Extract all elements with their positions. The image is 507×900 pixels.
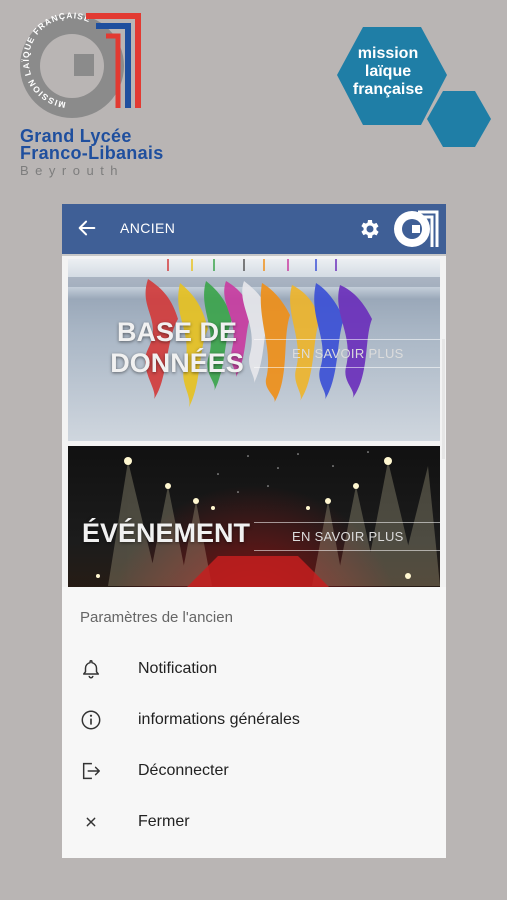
gear-icon[interactable]	[358, 217, 382, 241]
database-title-line2: DONNÉES	[110, 348, 244, 378]
event-more-link[interactable]: EN SAVOIR PLUS	[254, 522, 440, 551]
database-more-link[interactable]: EN SAVOIR PLUS	[254, 339, 440, 368]
event-card[interactable]: ÉVÉNEMENT EN SAVOIR PLUS	[68, 446, 440, 606]
app-header: ANCIEN	[62, 204, 446, 256]
glfl-logo: MISSION LAÏQUE FRANÇAISE Grand Lycée Fra…	[14, 6, 164, 178]
mlf-line1: mission	[357, 45, 419, 62]
menu-item-label: Déconnecter	[138, 762, 229, 779]
scrollbar[interactable]	[442, 339, 445, 459]
glfl-city: Beyrouth	[20, 163, 125, 178]
menu-item-close[interactable]: Fermer	[62, 798, 446, 848]
settings-sheet: Paramètres de l'ancien Notification info…	[62, 587, 446, 858]
menu-item-label: Fermer	[138, 813, 190, 830]
mlf-line3: française	[352, 81, 424, 98]
sheet-title: Paramètres de l'ancien	[80, 609, 233, 626]
bell-icon	[82, 660, 100, 679]
close-icon	[86, 817, 96, 827]
app-screen: ANCIEN BASE DE DONNÉES EN SAVOIR PLUS ÉV…	[62, 204, 446, 858]
menu-item-label: Notification	[138, 660, 218, 677]
event-card-title: ÉVÉNEMENT	[82, 518, 251, 548]
info-icon	[81, 710, 101, 730]
menu-item-general-info[interactable]: informations générales	[62, 696, 446, 746]
logout-icon	[82, 762, 100, 780]
database-title-line1: BASE DE	[116, 317, 238, 347]
menu-item-notification[interactable]: Notification	[62, 645, 446, 695]
glfl-name-line2: Franco-Libanais	[20, 143, 164, 163]
arrow-left-icon[interactable]	[76, 217, 98, 239]
school-logo-icon	[394, 210, 439, 247]
menu-item-label: informations générales	[138, 711, 300, 728]
glfl-emblem-icon: MISSION LAÏQUE FRANÇAISE	[20, 10, 141, 118]
database-card[interactable]: BASE DE DONNÉES EN SAVOIR PLUS	[68, 259, 440, 441]
page-title: ANCIEN	[120, 220, 176, 236]
database-card-title: BASE DE DONNÉES	[102, 317, 252, 379]
menu-item-logout[interactable]: Déconnecter	[62, 747, 446, 797]
mlf-line2: laïque	[364, 63, 412, 80]
mlf-logo: mission laïque française	[335, 25, 493, 150]
